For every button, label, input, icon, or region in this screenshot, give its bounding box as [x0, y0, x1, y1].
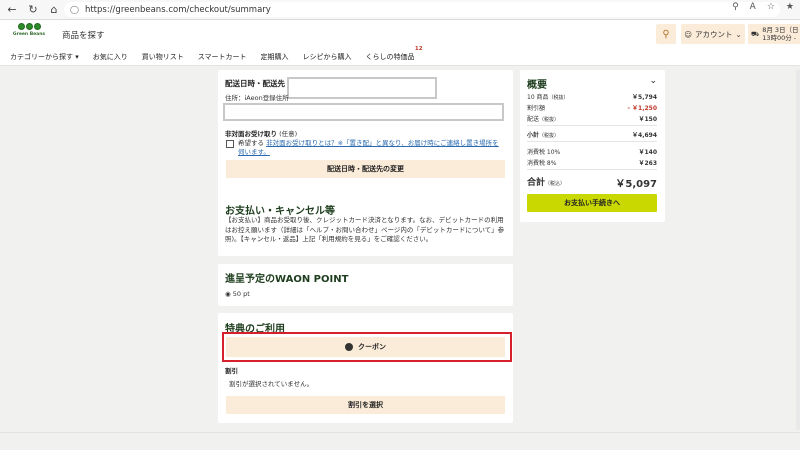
payment-description: 【お支払い】商品お受取り後、クレジットカード決済となります。なお、デビットカード…	[225, 216, 505, 243]
tax8-value: ￥263	[638, 160, 657, 167]
waon-card: 進呈予定のWAON POINT ◉ 50 pt	[218, 264, 513, 306]
unattended-text: 希望する 非対面お受け取りとは？※「置き配」と異なり、お届け時にご連絡し置き場所…	[238, 139, 503, 157]
payment-card: お支払い・キャンセル等 【お支払い】商品お受取り後、クレジットカード決済となりま…	[218, 198, 513, 256]
browser-actions: ⚲ A ☆ ★	[732, 2, 794, 12]
summary-row-discount: 割引額 - ￥1,250	[527, 103, 657, 112]
summary-divider	[527, 125, 657, 126]
address-field	[223, 103, 504, 121]
tax10-value: ￥140	[638, 149, 657, 156]
search-icon: ⚲	[662, 28, 670, 40]
discount-label: 割引	[225, 367, 238, 375]
payment-title: お支払い・キャンセル等	[225, 206, 335, 217]
summary-row-tax10: 消費税 10% ￥140	[527, 147, 657, 156]
tax10-label: 消費税 10%	[527, 149, 561, 156]
summary-row-total: 合計（税込） ￥5,097	[527, 175, 657, 190]
account-label: アカウント	[695, 29, 733, 39]
total-note: （税込）	[545, 181, 566, 187]
chevron-down-icon: ⌄	[735, 29, 742, 39]
benefit-card: 特典のご利用 クーポン 割引 割引が選択されていません。 割引を選択	[218, 313, 513, 423]
address-value: iAeon登録住所	[244, 94, 289, 102]
home-icon[interactable]: ⌂	[45, 1, 63, 19]
greenbeans-logo[interactable]: Green Beans	[12, 23, 46, 45]
shipping-label: 配送	[527, 116, 540, 123]
summary-row-shipping: 配送（税抜） ￥150	[527, 114, 657, 123]
browser-toolbar: ← ↻ ⌂ ◯ https://greenbeans.com/checkout/…	[0, 0, 800, 20]
nav-category-search[interactable]: カテゴリーから探す ▾	[10, 52, 79, 62]
page-bottom	[0, 432, 800, 450]
summary-row-tax8: 消費税 8% ￥263	[527, 158, 657, 167]
delivery-date: 8月 3日（日	[762, 26, 799, 34]
delivery-datetime-field	[287, 77, 437, 99]
delivery-title: 配送日時・配送先	[225, 79, 285, 88]
optional-label: (任意)	[279, 130, 298, 138]
subtotal-value: ￥4,694	[632, 132, 657, 139]
subtotal-label: 小計	[527, 132, 540, 139]
delivery-slot-button[interactable]: ⛟ 8月 3日（日 13時00分 -	[748, 24, 800, 44]
account-button[interactable]: ☺ アカウント ⌄	[681, 24, 745, 44]
lock-icon: ◯	[70, 5, 79, 14]
items-value: ￥5,794	[632, 94, 657, 101]
items-note: （税抜）	[548, 95, 569, 101]
summary-divider	[527, 141, 657, 142]
unattended-info-link[interactable]: 非対面お受け取りとは？※「置き配」と異なり、お届け時にご連絡し置き場所を伺います…	[238, 139, 499, 156]
unattended-checkbox-label: 希望する	[238, 139, 264, 147]
shipping-value: ￥150	[638, 116, 657, 123]
search-input[interactable]: 商品を探す	[62, 29, 105, 41]
nav-recipe[interactable]: レシピから購入	[303, 52, 352, 62]
proceed-payment-button[interactable]: お支払い手続きへ	[527, 194, 657, 212]
order-summary: 概要 ⌄ 10 商品（税抜） ￥5,794 割引額 - ￥1,250 配送（税抜…	[520, 70, 665, 222]
nav-favorites[interactable]: お気に入り	[93, 52, 128, 62]
logo-mark	[17, 23, 41, 30]
coupon-highlight-frame	[222, 332, 512, 362]
user-icon: ☺	[684, 29, 693, 39]
select-discount-button[interactable]: 割引を選択	[226, 396, 505, 414]
favorites-list-icon[interactable]: ★	[786, 2, 794, 12]
shipping-note: （税抜）	[539, 117, 560, 123]
total-label: 合計	[527, 178, 546, 188]
discount-value: - ￥1,250	[627, 105, 657, 112]
url-text: https://greenbeans.com/checkout/summary	[84, 4, 271, 15]
scrollbar[interactable]	[796, 70, 800, 430]
nav-smart-cart[interactable]: スマートカート	[198, 52, 247, 62]
chevron-down-icon[interactable]: ⌄	[649, 76, 657, 86]
favorite-icon[interactable]: ☆	[767, 2, 775, 12]
summary-divider	[527, 169, 657, 170]
zoom-icon[interactable]: ⚲	[732, 2, 739, 12]
category-nav: カテゴリーから探す ▾ お気に入り 買い物リスト スマートカート 定期購入 レシ…	[0, 46, 800, 66]
unattended-label: 非対面お受け取り	[225, 130, 277, 138]
special-offers-badge: 12	[414, 45, 423, 52]
address-line: 住所：iAeon登録住所	[225, 94, 289, 102]
total-value: ￥5,097	[615, 179, 657, 190]
refresh-icon[interactable]: ↻	[24, 1, 42, 19]
delivery-time: 13時00分 -	[762, 34, 797, 42]
tax8-label: 消費税 8%	[527, 160, 557, 167]
subtotal-note: （税抜）	[539, 133, 560, 139]
unattended-line: 非対面お受け取り (任意)	[225, 128, 297, 138]
nav-shopping-list[interactable]: 買い物リスト	[142, 52, 184, 62]
truck-icon: ⛟	[751, 30, 760, 38]
site-header: Green Beans 商品を探す ⚲ ☺ アカウント ⌄ ⛟ 8月 3日（日 …	[0, 20, 800, 48]
nav-subscription[interactable]: 定期購入	[261, 52, 289, 62]
change-delivery-button[interactable]: 配送日時・配送先の変更	[226, 160, 505, 178]
waon-points-line: ◉ 50 pt	[225, 290, 250, 298]
nav-special-offers-label: くらしの特価品	[365, 52, 415, 61]
waon-title: 進呈予定のWAON POINT	[225, 274, 349, 285]
summary-row-subtotal: 小計（税抜） ￥4,694	[527, 130, 657, 139]
discount-row-label: 割引額	[527, 105, 546, 112]
search-button[interactable]: ⚲	[656, 24, 676, 44]
address-bar[interactable]: ◯ https://greenbeans.com/checkout/summar…	[64, 2, 780, 17]
summary-row-items: 10 商品（税抜） ￥5,794	[527, 92, 657, 101]
read-aloud-icon[interactable]: A	[750, 2, 756, 12]
logo-text: Green Beans	[12, 32, 46, 37]
waon-points: 50 pt	[232, 290, 250, 298]
address-label: 住所	[225, 94, 238, 102]
unattended-checkbox[interactable]	[226, 140, 234, 148]
points-icon: ◉	[225, 290, 231, 298]
discount-note: 割引が選択されていません。	[229, 380, 314, 388]
nav-special-offers[interactable]: くらしの特価品 12	[365, 46, 423, 62]
summary-title: 概要	[527, 80, 547, 91]
back-icon[interactable]: ←	[3, 1, 21, 19]
items-label: 10 商品	[527, 94, 549, 101]
